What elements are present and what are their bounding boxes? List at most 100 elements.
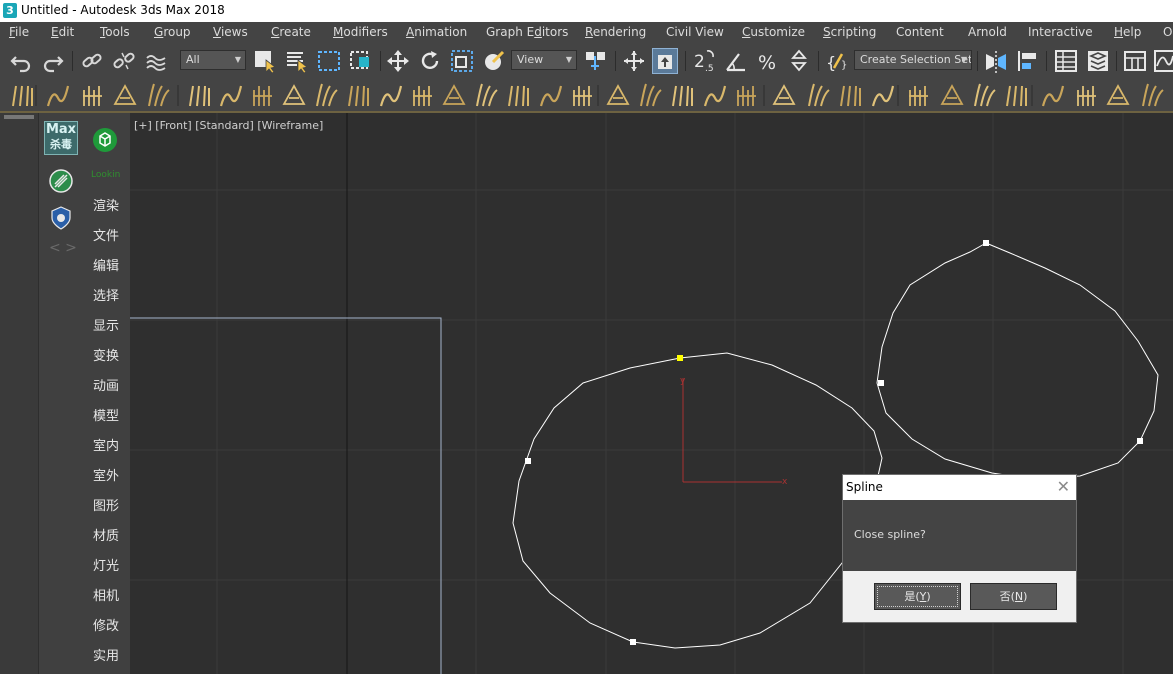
curve-editor-icon[interactable] — [1152, 48, 1173, 74]
panel-nav-arrows[interactable]: < > — [49, 240, 77, 256]
plugin-menu-item[interactable]: 相机 — [93, 585, 119, 604]
plugin-menu-item[interactable]: 动画 — [93, 375, 119, 394]
menu-civil-view[interactable]: Civil View — [666, 25, 724, 39]
use-pivot-center-icon[interactable] — [583, 48, 609, 74]
menu-group[interactable]: Group — [154, 25, 191, 39]
plugin-menu-item[interactable]: 灯光 — [93, 555, 119, 574]
menu-rendering[interactable]: Rendering — [585, 25, 646, 39]
menu-scripting[interactable]: Scripting — [823, 25, 876, 39]
plugin-tool-icon[interactable] — [379, 85, 403, 107]
plugin-tool-icon[interactable] — [808, 83, 830, 107]
align-icon[interactable] — [1015, 48, 1041, 74]
plugin-menu-item[interactable]: 选择 — [93, 285, 119, 304]
menu-o[interactable]: O — [1163, 25, 1172, 39]
plugin-tool-icon[interactable] — [148, 83, 170, 107]
menu-modifiers[interactable]: Modifiers — [333, 25, 388, 39]
close-icon[interactable]: ✕ — [1057, 478, 1070, 496]
selection-set-dropdown[interactable]: Create Selection Set ▼ — [854, 50, 972, 70]
plugin-tool-icon[interactable] — [974, 83, 996, 107]
undo-icon[interactable] — [8, 48, 34, 74]
rect-selection-region-icon[interactable] — [316, 48, 342, 74]
plugin-tool-icon[interactable] — [940, 84, 964, 105]
plugin-tool-icon[interactable] — [219, 85, 243, 107]
plugin-tool-icon[interactable] — [442, 84, 466, 105]
scene-explorer-icon[interactable] — [1053, 48, 1079, 74]
shield-icon[interactable] — [48, 205, 74, 231]
plugin-menu-item[interactable]: 编辑 — [93, 255, 119, 274]
plugin-tool-icon[interactable] — [640, 83, 662, 107]
plugin-tool-icon[interactable] — [737, 86, 756, 106]
ribbon-toggle-icon[interactable] — [1122, 48, 1148, 74]
menu-customize[interactable]: Customize — [742, 25, 805, 39]
menu-views[interactable]: Views — [213, 25, 248, 39]
plugin-tool-icon[interactable] — [871, 85, 895, 107]
plugin-tool-icon[interactable] — [539, 85, 563, 107]
plugin-menu-item[interactable]: 修改 — [93, 615, 119, 634]
menu-edit[interactable]: Edit — [51, 25, 74, 39]
plugin-tool-icon[interactable] — [316, 83, 338, 107]
plugin-tool-icon[interactable] — [83, 86, 102, 106]
plugin-tool-icon[interactable] — [1041, 85, 1065, 107]
plugin-tool-icon[interactable] — [573, 86, 592, 106]
edit-named-selection-icon[interactable]: {} — [824, 48, 850, 74]
menu-tools[interactable]: Tools — [100, 25, 130, 39]
viewport-label[interactable]: [+] [Front] [Standard] [Wireframe] — [134, 119, 323, 132]
plugin-tool-icon[interactable] — [508, 85, 529, 107]
plugin-menu-item[interactable]: 室内 — [93, 435, 119, 454]
bind-space-warp-icon[interactable] — [143, 48, 169, 74]
plugin-menu-item[interactable]: 显示 — [93, 315, 119, 334]
plugin-menu-item[interactable]: 实用 — [93, 645, 119, 664]
no-button[interactable]: 否(N) — [970, 583, 1057, 610]
selection-filter-dropdown[interactable]: All ▼ — [180, 50, 246, 70]
plugin-menu-item[interactable]: 模型 — [93, 405, 119, 424]
plugin-tool-icon[interactable] — [840, 85, 861, 107]
plugin-menu-item[interactable]: 图形 — [93, 495, 119, 514]
plugin-tool-icon[interactable] — [772, 84, 796, 105]
select-place-icon[interactable] — [481, 48, 507, 74]
select-object-icon[interactable] — [252, 48, 278, 74]
link-icon[interactable] — [79, 48, 105, 74]
select-move-icon[interactable] — [385, 48, 411, 74]
menu-content[interactable]: Content — [896, 25, 944, 39]
plugin-tool-icon[interactable] — [476, 83, 498, 107]
plugin-tool-icon[interactable] — [189, 85, 210, 107]
layer-explorer-icon[interactable] — [1085, 48, 1111, 74]
plugin-toolbar-icons[interactable] — [0, 78, 1173, 112]
spinner-snap-icon[interactable] — [787, 48, 813, 74]
plugin-tool-icon[interactable] — [672, 85, 693, 107]
menu-file[interactable]: File — [9, 25, 29, 39]
menu-animation[interactable]: Animation — [406, 25, 467, 39]
redo-icon[interactable] — [40, 48, 66, 74]
plugin-tool-icon[interactable] — [253, 86, 272, 106]
angle-snap-icon[interactable] — [723, 48, 749, 74]
plugin-tool-icon[interactable] — [1106, 84, 1130, 105]
unlink-icon[interactable] — [111, 48, 137, 74]
menu-create[interactable]: Create — [271, 25, 311, 39]
menu-arnold[interactable]: Arnold — [968, 25, 1007, 39]
plugin-menu-item[interactable]: 材质 — [93, 525, 119, 544]
select-manipulate-icon[interactable] — [621, 48, 647, 74]
yes-button[interactable]: 是(Y) — [874, 583, 961, 610]
plugin-tool-icon[interactable] — [1077, 86, 1096, 106]
max-antivirus-logo[interactable]: Max 杀毒 — [44, 121, 78, 155]
plugin-tool-icon[interactable] — [413, 86, 432, 106]
plugin-tool-icon[interactable] — [606, 84, 630, 105]
plugin-tool-icon[interactable] — [1006, 85, 1027, 107]
percent-snap-icon[interactable]: % — [755, 48, 781, 74]
keyboard-shortcut-override-icon[interactable] — [652, 48, 678, 74]
plugin-tool-icon[interactable] — [1142, 83, 1164, 107]
menu-graph-editors[interactable]: Graph Editors — [486, 25, 568, 39]
select-rotate-icon[interactable] — [417, 48, 443, 74]
plugin-tool-icon[interactable] — [909, 86, 928, 106]
reference-coordinate-dropdown[interactable]: View ▼ — [511, 50, 577, 70]
select-scale-icon[interactable] — [449, 48, 475, 74]
plugin-tool-icon[interactable] — [282, 84, 306, 105]
snaps-toggle-icon[interactable]: 2.5 — [691, 48, 717, 74]
green-cube-icon[interactable] — [92, 127, 118, 153]
plugin-menu-item[interactable]: 渲染 — [93, 195, 119, 214]
plugin-menu-item[interactable]: 文件 — [93, 225, 119, 244]
mirror-icon[interactable] — [983, 48, 1009, 74]
menu-help[interactable]: Help — [1114, 25, 1141, 39]
plugin-tool-icon[interactable] — [113, 84, 137, 105]
green-tool-icon[interactable] — [48, 168, 74, 194]
